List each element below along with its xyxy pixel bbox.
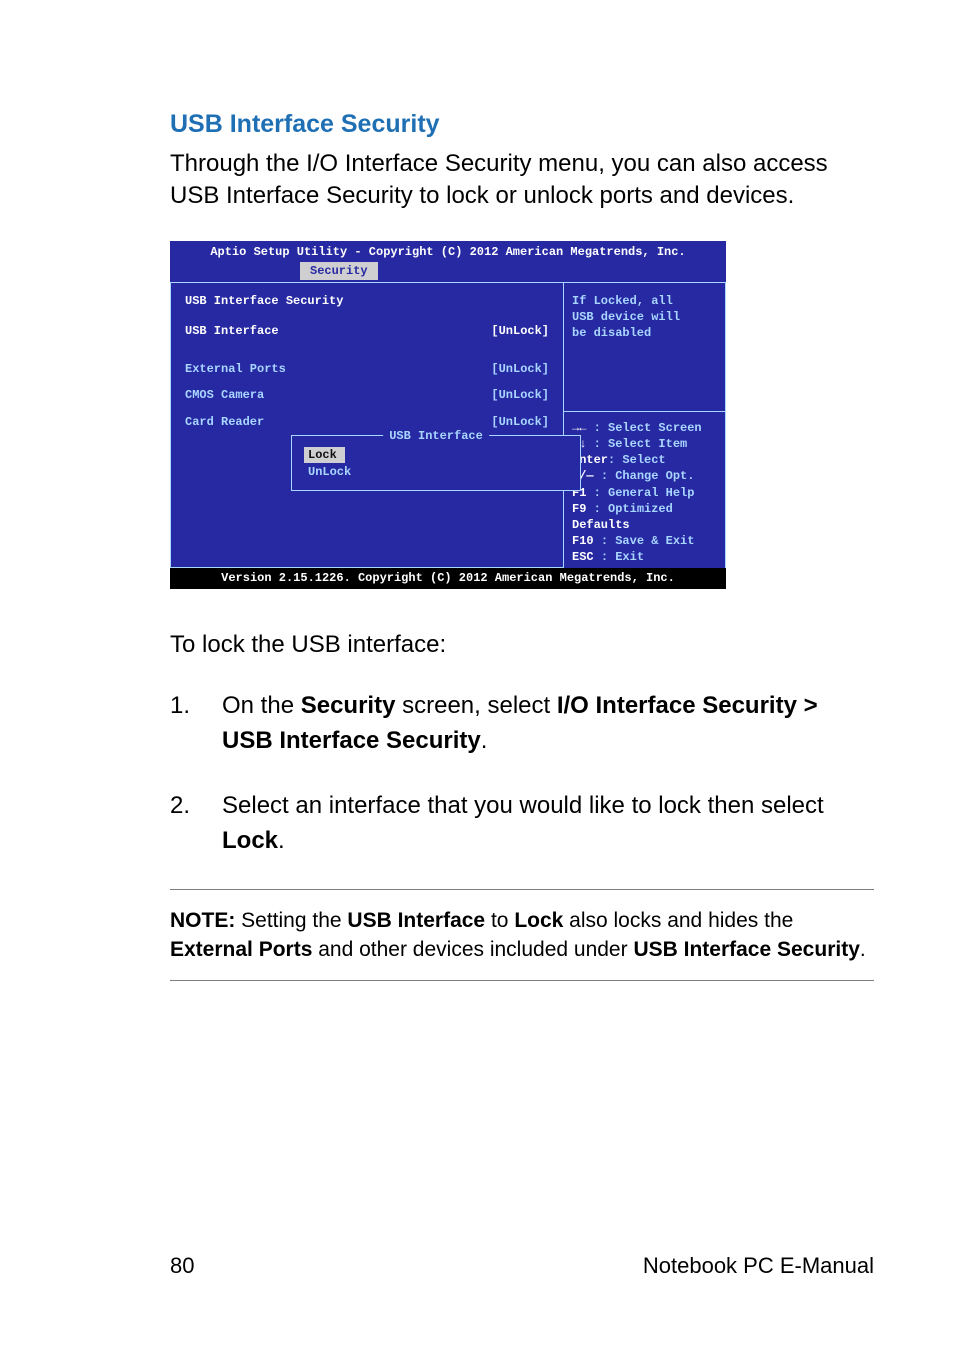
bios-tab-security[interactable]: Security [300, 262, 378, 280]
hint-key: ESC [572, 550, 601, 564]
intro-text: Through the I/O Interface Security menu,… [170, 148, 874, 213]
bios-row-external-ports[interactable]: External Ports [UnLock] [185, 361, 549, 377]
note-label: NOTE: [170, 909, 235, 932]
bios-help-line: If Locked, all [572, 293, 717, 309]
bios-help-line: USB device will [572, 309, 717, 325]
bios-help-bottom: →← : Select Screen ↑↓ : Select Item Ente… [564, 412, 726, 571]
lead-text: To lock the USB interface: [170, 629, 874, 661]
step-bold: Security [301, 692, 396, 719]
step-1: 1. On the Security screen, select I/O In… [170, 689, 874, 759]
bios-left-pane: USB Interface Security USB Interface [Un… [170, 282, 564, 568]
note-bold: USB Interface [347, 909, 485, 932]
hint-desc: : Select [608, 453, 666, 467]
bios-popup: USB Interface Lock UnLock [291, 435, 581, 491]
page-footer: 80 Notebook PC E-Manual [170, 1251, 874, 1281]
step-bold: Lock [222, 827, 278, 854]
step-text: . [278, 827, 285, 854]
bios-row-label: CMOS Camera [185, 387, 264, 403]
bios-popup-title: USB Interface [383, 428, 489, 444]
bios-popup-item-lock[interactable]: Lock [304, 447, 345, 463]
steps-list: 1. On the Security screen, select I/O In… [170, 689, 874, 858]
note-bold: External Ports [170, 938, 312, 961]
hint-key: Defaults [572, 518, 630, 532]
hint-desc: : Exit [601, 550, 644, 564]
step-number: 2. [170, 789, 222, 859]
note-text: also locks and hides the [563, 909, 793, 932]
bios-row-usb-interface[interactable]: USB Interface [UnLock] [185, 323, 549, 339]
step-number: 1. [170, 689, 222, 759]
note-bold: USB Interface Security [633, 938, 859, 961]
note-bold: Lock [514, 909, 563, 932]
hint-key: F10 [572, 534, 601, 548]
bios-version-footer: Version 2.15.1226. Copyright (C) 2012 Am… [170, 568, 726, 589]
hint-desc: : Select Screen [594, 421, 702, 435]
bios-row-value: [UnLock] [491, 323, 549, 339]
bios-topbar-text: Aptio Setup Utility - Copyright (C) 2012… [170, 244, 726, 260]
hint-desc: : Change Opt. [601, 469, 695, 483]
bios-row-cmos-camera[interactable]: CMOS Camera [UnLock] [185, 387, 549, 403]
bios-help-top: If Locked, all USB device will be disabl… [564, 282, 726, 412]
bios-row-card-reader[interactable]: Card Reader [UnLock] [185, 414, 549, 430]
hint-desc: : Optimized [594, 502, 673, 516]
bios-row-label: USB Interface [185, 323, 279, 339]
step-text: screen, select [395, 692, 556, 719]
step-text: On the [222, 692, 301, 719]
bios-row-value: [UnLock] [491, 387, 549, 403]
section-heading: USB Interface Security [170, 108, 874, 142]
step-2: 2. Select an interface that you would li… [170, 789, 874, 859]
note-box: NOTE: Setting the USB Interface to Lock … [170, 889, 874, 982]
bios-row-value: [UnLock] [491, 414, 549, 430]
step-text: Select an interface that you would like … [222, 792, 824, 819]
note-text: and other devices included under [312, 938, 633, 961]
bios-row-label: Card Reader [185, 414, 264, 430]
bios-help-line: be disabled [572, 325, 717, 341]
note-text: . [860, 938, 866, 961]
footer-right: Notebook PC E-Manual [643, 1251, 874, 1281]
step-text: . [481, 727, 488, 754]
hint-desc: : General Help [594, 486, 695, 500]
bios-topbar: Aptio Setup Utility - Copyright (C) 2012… [170, 241, 726, 280]
note-text: to [485, 909, 514, 932]
hint-key: →← [572, 421, 594, 435]
hint-desc: : Select Item [594, 437, 688, 451]
bios-row-value: [UnLock] [491, 361, 549, 377]
hint-key: F9 [572, 502, 594, 516]
bios-row-label: External Ports [185, 361, 286, 377]
bios-screenshot: Aptio Setup Utility - Copyright (C) 2012… [170, 241, 726, 590]
page-number: 80 [170, 1251, 194, 1281]
hint-desc: : Save & Exit [601, 534, 695, 548]
note-text: Setting the [235, 909, 347, 932]
bios-section-title: USB Interface Security [185, 293, 549, 309]
bios-popup-item-unlock[interactable]: UnLock [304, 465, 355, 479]
